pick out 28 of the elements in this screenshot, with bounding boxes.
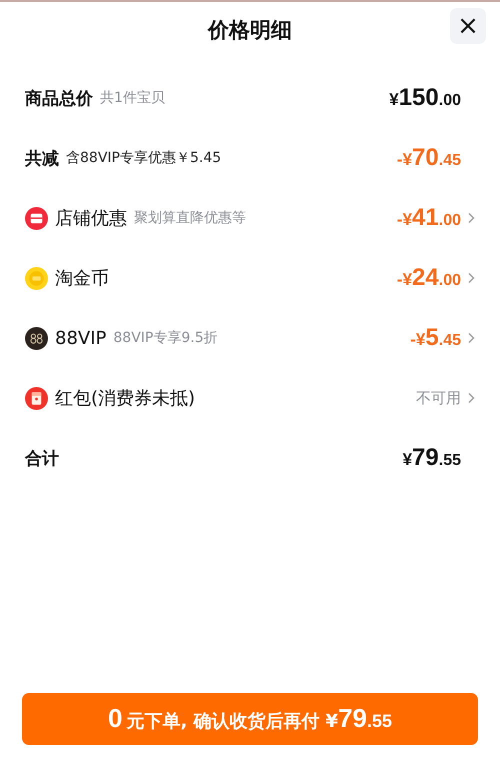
chevron-right-icon[interactable] — [467, 332, 475, 344]
envelope-icon — [25, 386, 48, 410]
row-label: 共减 — [25, 148, 59, 170]
row-label: 店铺优惠 — [55, 207, 127, 230]
chevron-right-icon[interactable] — [467, 212, 475, 224]
row-note: 88VIP专享9.5折 — [113, 329, 218, 347]
price-amount: -¥24.00 — [396, 264, 461, 292]
row-label: 商品总价 — [25, 88, 93, 110]
price-amount: -¥5.45 — [410, 324, 461, 352]
status-text: 不可用 — [416, 388, 461, 408]
row-label: 淘金币 — [55, 267, 109, 290]
row-note: 共1件宝贝 — [100, 89, 165, 107]
chevron-right-icon[interactable] — [467, 272, 475, 284]
close-button[interactable]: × — [450, 8, 486, 44]
row-label: 合计 — [25, 448, 59, 470]
price-amount: -¥41.00 — [396, 204, 461, 232]
row-label: 红包(消费券未抵) — [55, 387, 196, 410]
row-label: 88VIP — [55, 328, 106, 348]
sheet-title: 价格明细 — [208, 17, 292, 44]
row-note: 聚划算直降优惠等 — [134, 209, 246, 227]
chevron-right-icon[interactable] — [467, 392, 475, 404]
price-amount: ¥150.00 — [389, 84, 461, 112]
shop-icon — [25, 206, 48, 230]
price-amount: ¥79.55 — [402, 444, 461, 472]
price-amount: -¥70.45 — [396, 144, 461, 172]
vip-badge-icon — [25, 326, 48, 350]
coin-icon — [25, 266, 48, 290]
row-note: 含88VIP专享优惠￥5.45 — [66, 149, 222, 167]
